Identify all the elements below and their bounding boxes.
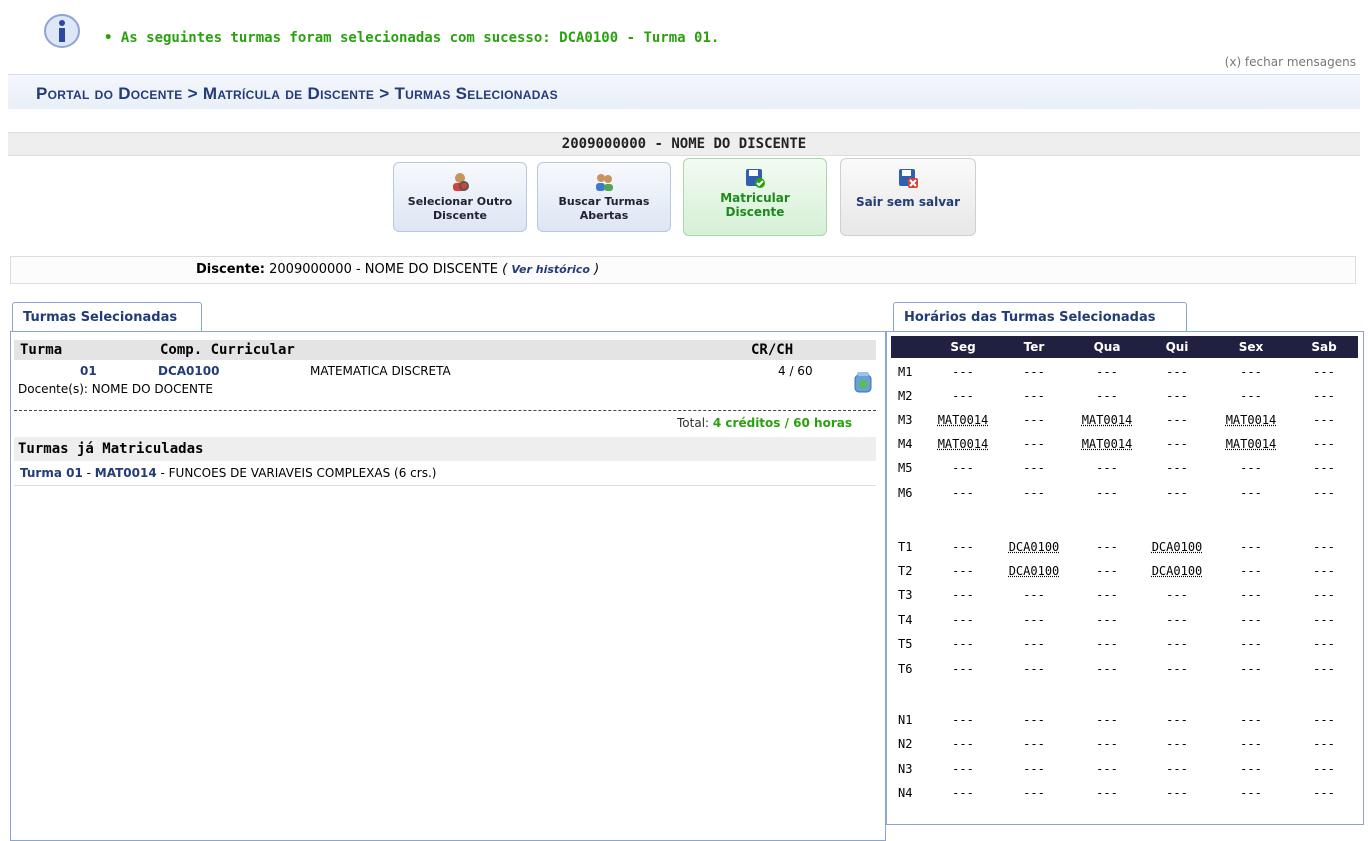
success-message: • As seguintes turmas foram selecionadas… (104, 30, 720, 46)
slot-label: N3 (898, 762, 913, 776)
schedule-cell: --- (1313, 713, 1335, 727)
slot-label: T1 (898, 540, 913, 554)
schedule-cell: --- (1313, 762, 1335, 776)
slot-label: M1 (898, 365, 913, 379)
exit-without-saving-button[interactable]: Sair sem salvar (840, 158, 976, 236)
day-header-qui: Qui (1165, 340, 1189, 354)
schedule-cell: --- (1313, 461, 1335, 475)
divider (14, 410, 876, 411)
day-header-qua: Qua (1093, 340, 1121, 354)
total-value: 4 créditos / 60 horas (712, 416, 852, 430)
enrolled-class-line: Turma 01 - MAT0014 - FUNCOES DE VARIAVEI… (20, 466, 436, 480)
student-label: Discente: (196, 262, 265, 277)
button-label: Buscar Turmas (558, 195, 650, 208)
close-messages-link[interactable]: (x) fechar mensagens (1225, 55, 1356, 69)
info-icon (44, 14, 80, 48)
slot-label: M5 (898, 461, 913, 475)
slot-label: T6 (898, 662, 913, 676)
schedule-cell: --- (1313, 413, 1335, 427)
schedule-cell: --- (1313, 540, 1335, 554)
schedule-cell: --- (1313, 486, 1335, 500)
slot-label: M6 (898, 486, 913, 500)
schedule-cell: --- (1313, 389, 1335, 403)
class-code-link[interactable]: DCA0100 (158, 364, 219, 378)
slot-label: T4 (898, 613, 913, 627)
tab-schedule[interactable]: Horários das Turmas Selecionadas (893, 302, 1187, 332)
class-teacher: Docente(s): NOME DO DOCENTE (18, 382, 213, 396)
save-check-icon (746, 169, 765, 188)
view-history-link[interactable]: Ver histórico (511, 263, 590, 276)
day-header-sex: Sex (1238, 340, 1264, 354)
schedule-cell: --- (1313, 437, 1335, 451)
slot-label: M2 (898, 389, 913, 403)
tab-label: Horários das Turmas Selecionadas (904, 310, 1156, 325)
slot-label: T5 (898, 637, 913, 651)
day-header-ter: Ter (1023, 340, 1045, 354)
slot-label: T2 (898, 564, 913, 578)
users-icon (596, 174, 613, 191)
schedule-cell: --- (1313, 588, 1335, 602)
class-crch: 4 / 60 (778, 364, 813, 378)
slot-label: M3 (898, 413, 913, 427)
tab-selected-classes[interactable]: Turmas Selecionadas (12, 302, 202, 332)
slot-label: M4 (898, 437, 913, 451)
schedule-cell: --- (1313, 637, 1335, 651)
schedule-cell: --- (1313, 613, 1335, 627)
save-cancel-icon (899, 169, 918, 188)
button-label: Selecionar Outro (407, 195, 513, 208)
tab-label: Turmas Selecionadas (23, 310, 178, 325)
separator: - (82, 466, 95, 480)
schedule-cell: --- (1313, 564, 1335, 578)
selected-classes-panel (10, 331, 886, 841)
col-header-crch: CR/CH (751, 342, 794, 358)
total-credits: Total: 4 créditos / 60 horas (677, 416, 852, 430)
class-turma[interactable]: 01 (80, 364, 97, 378)
button-label: Discente (725, 205, 785, 219)
student-value: 2009000000 - NOME DO DISCENTE (269, 262, 498, 277)
class-name: MATEMATICA DISCRETA (310, 364, 451, 378)
search-open-classes-button[interactable]: Buscar Turmas Abertas (537, 162, 671, 232)
button-label: Matricular (720, 191, 790, 205)
student-info: Discente: 2009000000 - NOME DO DISCENTE … (196, 262, 600, 277)
table-header (14, 340, 876, 360)
schedule-cell: --- (1313, 786, 1335, 800)
enrolled-code-link[interactable]: MAT0014 (95, 466, 157, 480)
user-search-icon (453, 173, 469, 191)
day-header-sab: Sab (1311, 340, 1337, 354)
col-header-turma: Turma (20, 342, 63, 358)
total-label: Total: (677, 416, 710, 430)
col-header-comp: Comp. Curricular (160, 342, 295, 358)
select-other-student-button[interactable]: Selecionar Outro Discente (393, 162, 527, 232)
schedule-cell: --- (1313, 737, 1335, 751)
schedule-cell: --- (1313, 365, 1335, 379)
trash-icon[interactable] (852, 370, 874, 394)
breadcrumb: Portal do Docente > Matrícula de Discent… (36, 84, 558, 103)
enrolled-turma-link[interactable]: Turma 01 (20, 466, 83, 480)
button-label: Sair sem salvar (855, 195, 961, 209)
day-header-seg: Seg (950, 340, 976, 354)
slot-label: T3 (898, 588, 913, 602)
student-title: 2009000000 - NOME DO DISCENTE (561, 136, 807, 152)
slot-label: N4 (898, 786, 913, 800)
schedule-cell: --- (1313, 662, 1335, 676)
enrolled-classes-title: Turmas já Matriculadas (18, 441, 204, 457)
enroll-student-button[interactable]: Matricular Discente (683, 158, 827, 236)
button-label: Abertas (579, 209, 629, 222)
enrolled-class-name: - FUNCOES DE VARIAVEIS COMPLEXAS (6 crs.… (156, 466, 437, 480)
slot-label: N2 (898, 737, 913, 751)
slot-label: N1 (898, 713, 913, 727)
button-label: Discente (433, 209, 487, 222)
